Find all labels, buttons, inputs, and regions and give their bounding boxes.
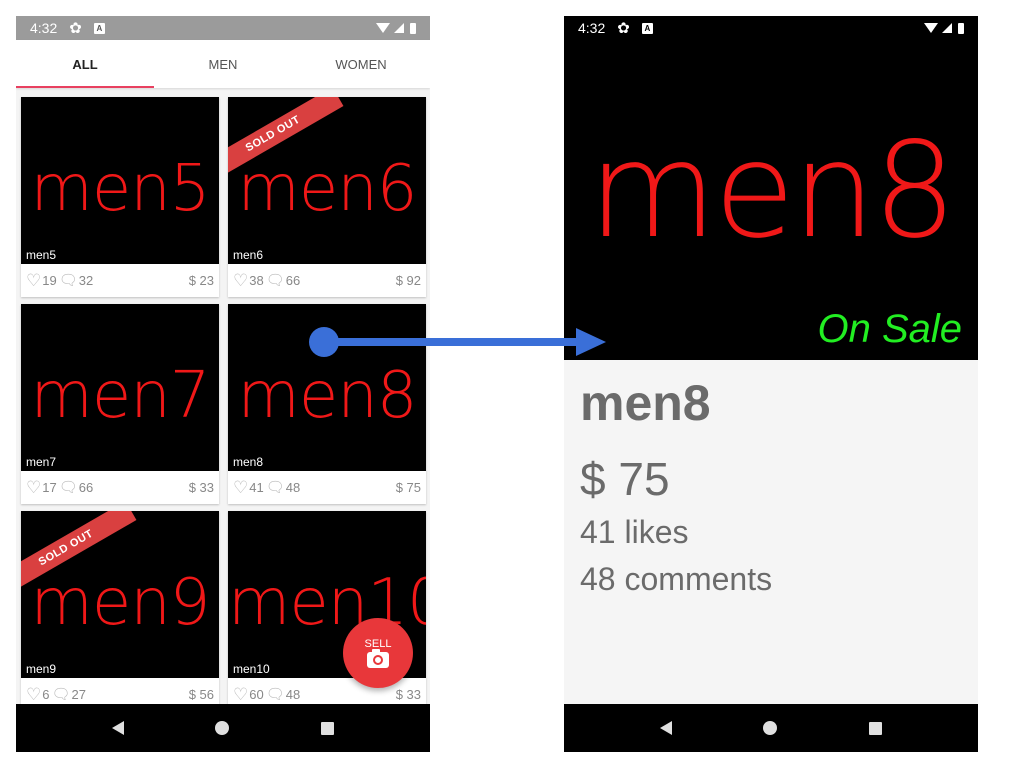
recents-icon[interactable] <box>869 721 883 735</box>
item-image-text: men5 <box>30 152 211 226</box>
heart-icon[interactable]: ♡ <box>233 272 248 289</box>
detail-comments: 48 comments <box>580 561 773 597</box>
detail-image-text: men8 <box>588 114 956 268</box>
signal-icon <box>942 23 952 33</box>
heart-icon[interactable]: ♡ <box>26 479 41 496</box>
sell-button[interactable]: SELL <box>343 618 413 688</box>
comment-icon[interactable]: 🗨 <box>266 273 285 288</box>
status-time: 4:32 <box>30 20 58 36</box>
item-meta: ♡ 41 🗨 48 $ 75 <box>228 471 426 504</box>
item-name: men10 <box>233 662 270 676</box>
item-image-text: men6 <box>237 152 418 226</box>
item-price: $ 75 <box>395 480 421 495</box>
comment-icon[interactable]: 🗨 <box>51 687 70 702</box>
likes-count: 38 <box>249 273 264 288</box>
item-image: men5 men5 <box>21 97 219 264</box>
tab-men[interactable]: MEN <box>154 40 292 88</box>
category-tabs: ALL MEN WOMEN <box>16 40 430 88</box>
comments-count: 32 <box>78 273 94 288</box>
status-icons <box>924 22 964 34</box>
comments-count: 48 <box>285 480 301 495</box>
nav-bar <box>564 704 978 752</box>
back-icon[interactable] <box>111 721 124 735</box>
a-badge-icon: A <box>93 22 105 34</box>
detail-price: $ 75 <box>580 453 670 505</box>
heart-icon[interactable]: ♡ <box>26 686 41 703</box>
item-image: men6 SOLD OUT men6 <box>228 97 426 264</box>
item-price: $ 92 <box>395 273 421 288</box>
arrow-shaft <box>324 338 580 346</box>
item-name: men8 <box>233 455 264 469</box>
detail-title: men8 <box>580 375 711 431</box>
item-price: $ 33 <box>395 687 421 702</box>
item-image-text: men7 <box>30 359 211 433</box>
wifi-icon <box>924 23 938 33</box>
gear-icon: ✿ <box>69 19 82 37</box>
nav-bar <box>16 704 430 752</box>
item-image-text: men9 <box>30 566 211 640</box>
tab-all[interactable]: ALL <box>16 40 154 88</box>
item-meta: ♡ 19 🗨 32 $ 23 <box>21 264 219 297</box>
item-name: men6 <box>233 248 264 262</box>
comment-icon[interactable]: 🗨 <box>266 687 285 702</box>
item-name: men9 <box>26 662 57 676</box>
detail-image: men8 On Sale <box>564 40 978 360</box>
comment-icon[interactable]: 🗨 <box>59 480 78 495</box>
back-icon[interactable] <box>659 721 672 735</box>
item-card[interactable]: men7 men7 ♡ 17 🗨 66 $ 33 <box>21 304 219 504</box>
detail-likes: 41 likes <box>580 514 689 550</box>
battery-icon <box>958 22 964 34</box>
comments-count: 66 <box>285 273 301 288</box>
likes-count: 17 <box>42 480 57 495</box>
arrow-head <box>576 328 606 356</box>
comments-count: 27 <box>71 687 86 702</box>
tab-women[interactable]: WOMEN <box>292 40 430 88</box>
item-card[interactable]: men9 SOLD OUT men9 ♡ 6 🗨 27 $ 56 <box>21 511 219 711</box>
comments-count: 48 <box>285 687 301 702</box>
signal-icon <box>394 23 404 33</box>
wifi-icon <box>376 23 390 33</box>
status-time: 4:32 <box>578 20 606 36</box>
heart-icon[interactable]: ♡ <box>26 272 41 289</box>
status-icons <box>376 22 416 34</box>
a-badge-icon: A <box>641 22 653 34</box>
likes-count: 60 <box>249 687 264 702</box>
item-meta: ♡ 17 🗨 66 $ 33 <box>21 471 219 504</box>
transition-arrow <box>309 327 606 357</box>
status-bar: 4:32 ✿ A <box>564 16 978 40</box>
comments-count: 66 <box>78 480 94 495</box>
detail-screen: 4:32 ✿ A men8 On Sale men8 $ 75 41 likes… <box>564 16 978 752</box>
item-image-text: men8 <box>237 359 418 433</box>
item-name: men5 <box>26 248 57 262</box>
comment-icon[interactable]: 🗨 <box>59 273 78 288</box>
item-meta: ♡ 38 🗨 66 $ 92 <box>228 264 426 297</box>
likes-count: 41 <box>249 480 264 495</box>
item-price: $ 56 <box>188 687 214 702</box>
item-card[interactable]: men5 men5 ♡ 19 🗨 32 $ 23 <box>21 97 219 297</box>
battery-icon <box>410 22 416 34</box>
gear-icon: ✿ <box>617 19 630 37</box>
home-icon[interactable] <box>763 721 778 735</box>
home-icon[interactable] <box>215 721 230 735</box>
heart-icon[interactable]: ♡ <box>233 686 248 703</box>
listing-screen: 4:32 ✿ A ALL MEN WOMEN men5 men5 ♡ 19 🗨 … <box>16 16 430 752</box>
heart-icon[interactable]: ♡ <box>233 479 248 496</box>
comment-icon[interactable]: 🗨 <box>266 480 285 495</box>
item-name: men7 <box>26 455 57 469</box>
item-price: $ 33 <box>188 480 214 495</box>
likes-count: 6 <box>42 687 50 702</box>
status-bar: 4:32 ✿ A <box>16 16 430 40</box>
item-image: men9 SOLD OUT men9 <box>21 511 219 678</box>
likes-count: 19 <box>42 273 57 288</box>
item-image: men7 men7 <box>21 304 219 471</box>
item-card[interactable]: men6 SOLD OUT men6 ♡ 38 🗨 66 $ 92 <box>228 97 426 297</box>
camera-icon <box>367 649 389 668</box>
item-price: $ 23 <box>188 273 214 288</box>
on-sale-label: On Sale <box>817 307 962 351</box>
recents-icon[interactable] <box>321 721 335 735</box>
